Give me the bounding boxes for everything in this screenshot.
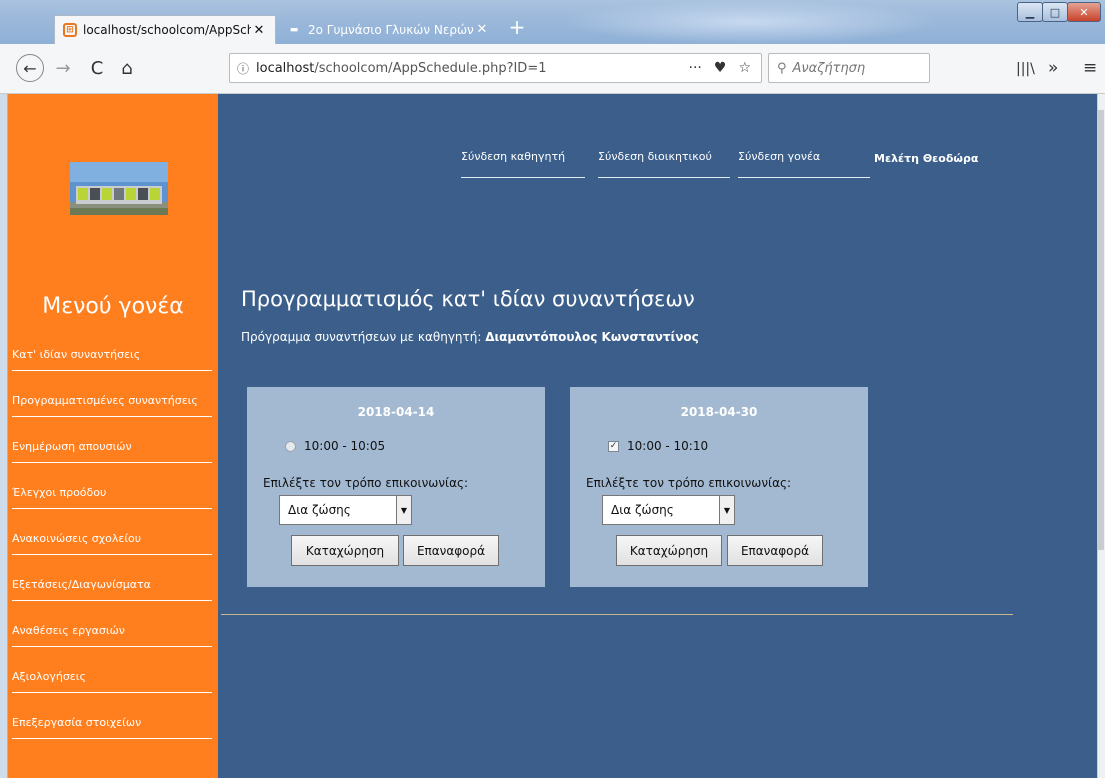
- window-titlebar: ⊞ localhost/schoolcom/AppSche ✕ ▬ 2ο Γυμ…: [0, 0, 1105, 44]
- maximize-button[interactable]: □: [1042, 2, 1068, 22]
- overflow-menu-icon[interactable]: »: [1048, 58, 1058, 78]
- sidebar-item-scheduled-meetings[interactable]: Προγραμματισμένες συναντήσεις: [12, 394, 212, 417]
- sidebar-item-absences[interactable]: Ενημέρωση απουσιών: [12, 440, 212, 463]
- forward-button[interactable]: →: [48, 53, 78, 83]
- subtitle-prefix: Πρόγραμμα συναντήσεων με καθηγητή:: [241, 330, 486, 344]
- teacher-name: Διαμαντόπουλος Κωνσταντίνος: [485, 330, 699, 344]
- address-bar[interactable]: ⓘ localhost/schoolcom/AppSchedule.php?ID…: [229, 53, 762, 83]
- reset-button[interactable]: Επαναφορά: [727, 535, 823, 566]
- sidebar-item-progress[interactable]: Έλεγχοι προόδου: [12, 486, 212, 509]
- time-slot-label: 10:00 - 10:10: [627, 439, 709, 453]
- page-content: Μενού γονέα Κατ' ιδίαν συναντήσεις Προγρ…: [8, 94, 1097, 778]
- window-left-border: [0, 94, 8, 778]
- communication-select[interactable]: Δια ζώσης ▼: [602, 495, 735, 525]
- close-tab-icon[interactable]: ✕: [251, 23, 267, 38]
- scrollbar-thumb[interactable]: [1098, 110, 1104, 550]
- communication-select[interactable]: Δια ζώσης ▼: [279, 495, 412, 525]
- appointment-date: 2018-04-30: [680, 405, 758, 419]
- time-slot-checkbox[interactable]: ✓: [608, 440, 619, 452]
- reload-button[interactable]: C: [82, 53, 112, 83]
- time-slot-label: 10:00 - 10:05: [304, 439, 386, 453]
- close-tab-icon[interactable]: ✕: [474, 22, 490, 37]
- url-text[interactable]: localhost/schoolcom/AppSchedule.php?ID=1: [256, 61, 689, 76]
- pocket-icon[interactable]: ♥: [714, 60, 727, 76]
- back-button[interactable]: ←: [16, 54, 44, 82]
- reset-button[interactable]: Επαναφορά: [403, 535, 499, 566]
- page-actions-icon[interactable]: ···: [689, 60, 702, 76]
- teacher-subtitle: Πρόγραμμα συναντήσεων με καθηγητή: Διαμα…: [241, 330, 699, 344]
- appointment-card: 2018-04-14 10:00 - 10:05 Επιλέξτε τον τρ…: [247, 387, 545, 587]
- teacher-login-link[interactable]: Σύνδεση καθηγητή: [461, 150, 585, 178]
- search-input[interactable]: ⚲ Αναζήτηση: [768, 53, 930, 83]
- hamburger-menu-icon[interactable]: ≡: [1083, 58, 1097, 78]
- search-icon: ⚲: [777, 60, 787, 76]
- sidebar-item-assignments[interactable]: Αναθέσεις εργασιών: [12, 624, 212, 647]
- bookmark-star-icon[interactable]: ☆: [738, 60, 751, 76]
- url-path: /schoolcom/AppSchedule.php?ID=1: [314, 60, 547, 76]
- site-info-icon[interactable]: ⓘ: [230, 60, 256, 77]
- school-building-image: [70, 162, 168, 215]
- page-title: Προγραμματισμός κατ' ιδίαν συναντήσεων: [241, 287, 695, 311]
- search-placeholder: Αναζήτηση: [792, 60, 866, 76]
- school-favicon-icon: ⊞: [63, 23, 77, 37]
- submit-button[interactable]: Καταχώρηση: [616, 535, 722, 566]
- tab-title: localhost/schoolcom/AppSche: [83, 23, 251, 37]
- parent-login-link[interactable]: Σύνδεση γονέα: [738, 150, 870, 178]
- sidebar-item-evaluations[interactable]: Αξιολογήσεις: [12, 670, 212, 693]
- sidebar-item-announcements[interactable]: Ανακοινώσεις σχολείου: [12, 532, 212, 555]
- content-divider: [221, 614, 1013, 615]
- url-host: localhost: [256, 60, 315, 76]
- titlebar-glow: [560, 0, 940, 44]
- parent-sidebar: Μενού γονέα Κατ' ιδίαν συναντήσεις Προγρ…: [8, 94, 218, 778]
- sidebar-item-edit-details[interactable]: Επεξεργασία στοιχείων: [12, 716, 212, 739]
- home-button[interactable]: ⌂: [112, 53, 142, 83]
- close-window-button[interactable]: ✕: [1067, 2, 1101, 22]
- browser-toolbar: ← → C ⌂ ⓘ localhost/schoolcom/AppSchedul…: [0, 44, 1105, 94]
- admin-login-link[interactable]: Σύνδεση διοικητικού: [598, 150, 730, 178]
- tab-title: 2ο Γυμνάσιο Γλυκών Νερών -: [308, 22, 474, 37]
- dropdown-arrow-icon[interactable]: ▼: [396, 496, 411, 524]
- appointment-card: 2018-04-30 ✓ 10:00 - 10:10 Επιλέξτε τον …: [570, 387, 868, 587]
- dropdown-arrow-icon[interactable]: ▼: [719, 496, 734, 524]
- site-favicon-icon: ▬: [289, 24, 299, 35]
- time-slot-option[interactable]: 10:00 - 10:05: [285, 439, 385, 453]
- logged-in-user[interactable]: Μελέτη Θεοδώρα: [874, 152, 978, 165]
- submit-button[interactable]: Καταχώρηση: [291, 535, 399, 566]
- appointment-date: 2018-04-14: [357, 405, 435, 419]
- communication-label: Επιλέξτε τον τρόπο επικοινωνίας:: [263, 476, 469, 490]
- communication-label: Επιλέξτε τον τρόπο επικοινωνίας:: [586, 476, 792, 490]
- minimize-button[interactable]: ▁: [1017, 2, 1043, 22]
- time-slot-radio[interactable]: [285, 440, 296, 452]
- library-icon[interactable]: |||\: [1016, 61, 1035, 77]
- communication-value: Δια ζώσης: [611, 503, 674, 517]
- tab-schedule[interactable]: ⊞ localhost/schoolcom/AppSche ✕: [54, 15, 276, 44]
- sidebar-title: Μενού γονέα: [42, 294, 184, 319]
- communication-value: Δια ζώσης: [288, 503, 351, 517]
- time-slot-option[interactable]: ✓ 10:00 - 10:10: [608, 439, 708, 453]
- new-tab-button[interactable]: +: [506, 17, 528, 39]
- sidebar-item-meetings[interactable]: Κατ' ιδίαν συναντήσεις: [12, 348, 212, 371]
- sidebar-item-exams[interactable]: Εξετάσεις/Διαγωνίσματα: [12, 578, 212, 601]
- tab-school-site[interactable]: ▬ 2ο Γυμνάσιο Γλυκών Νερών - ✕: [278, 15, 498, 44]
